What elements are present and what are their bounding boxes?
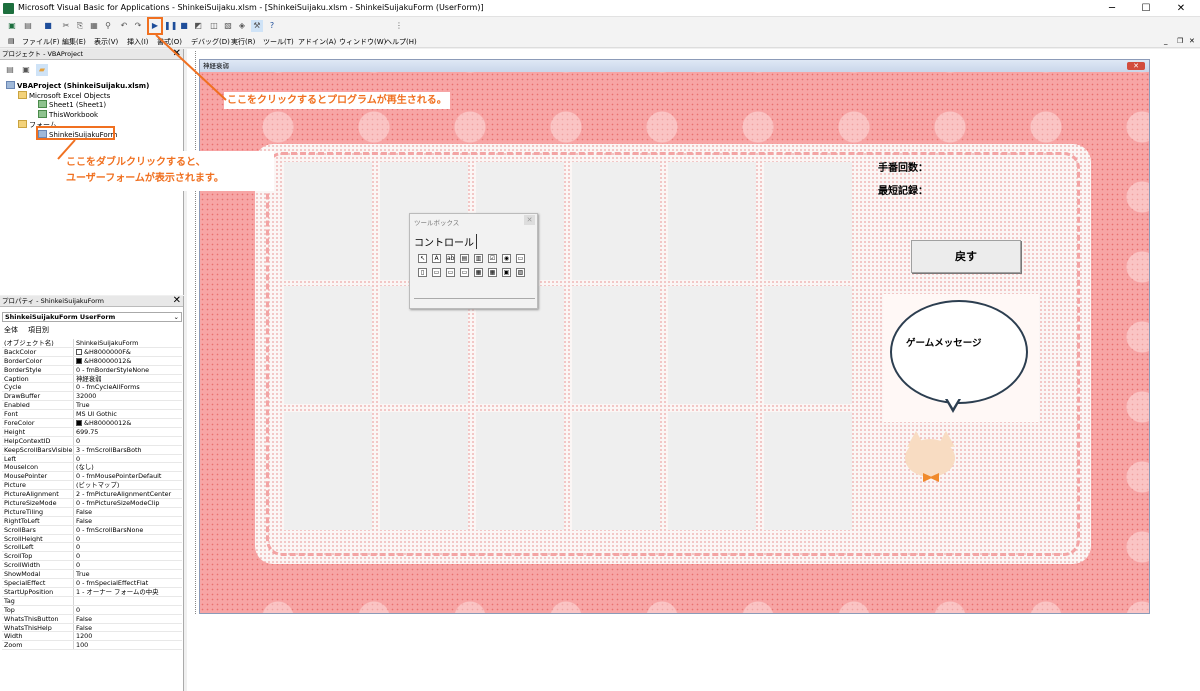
vbe-window: Microsoft Visual Basic for Applications … xyxy=(0,0,1200,691)
annotation-arrows xyxy=(57,34,227,160)
